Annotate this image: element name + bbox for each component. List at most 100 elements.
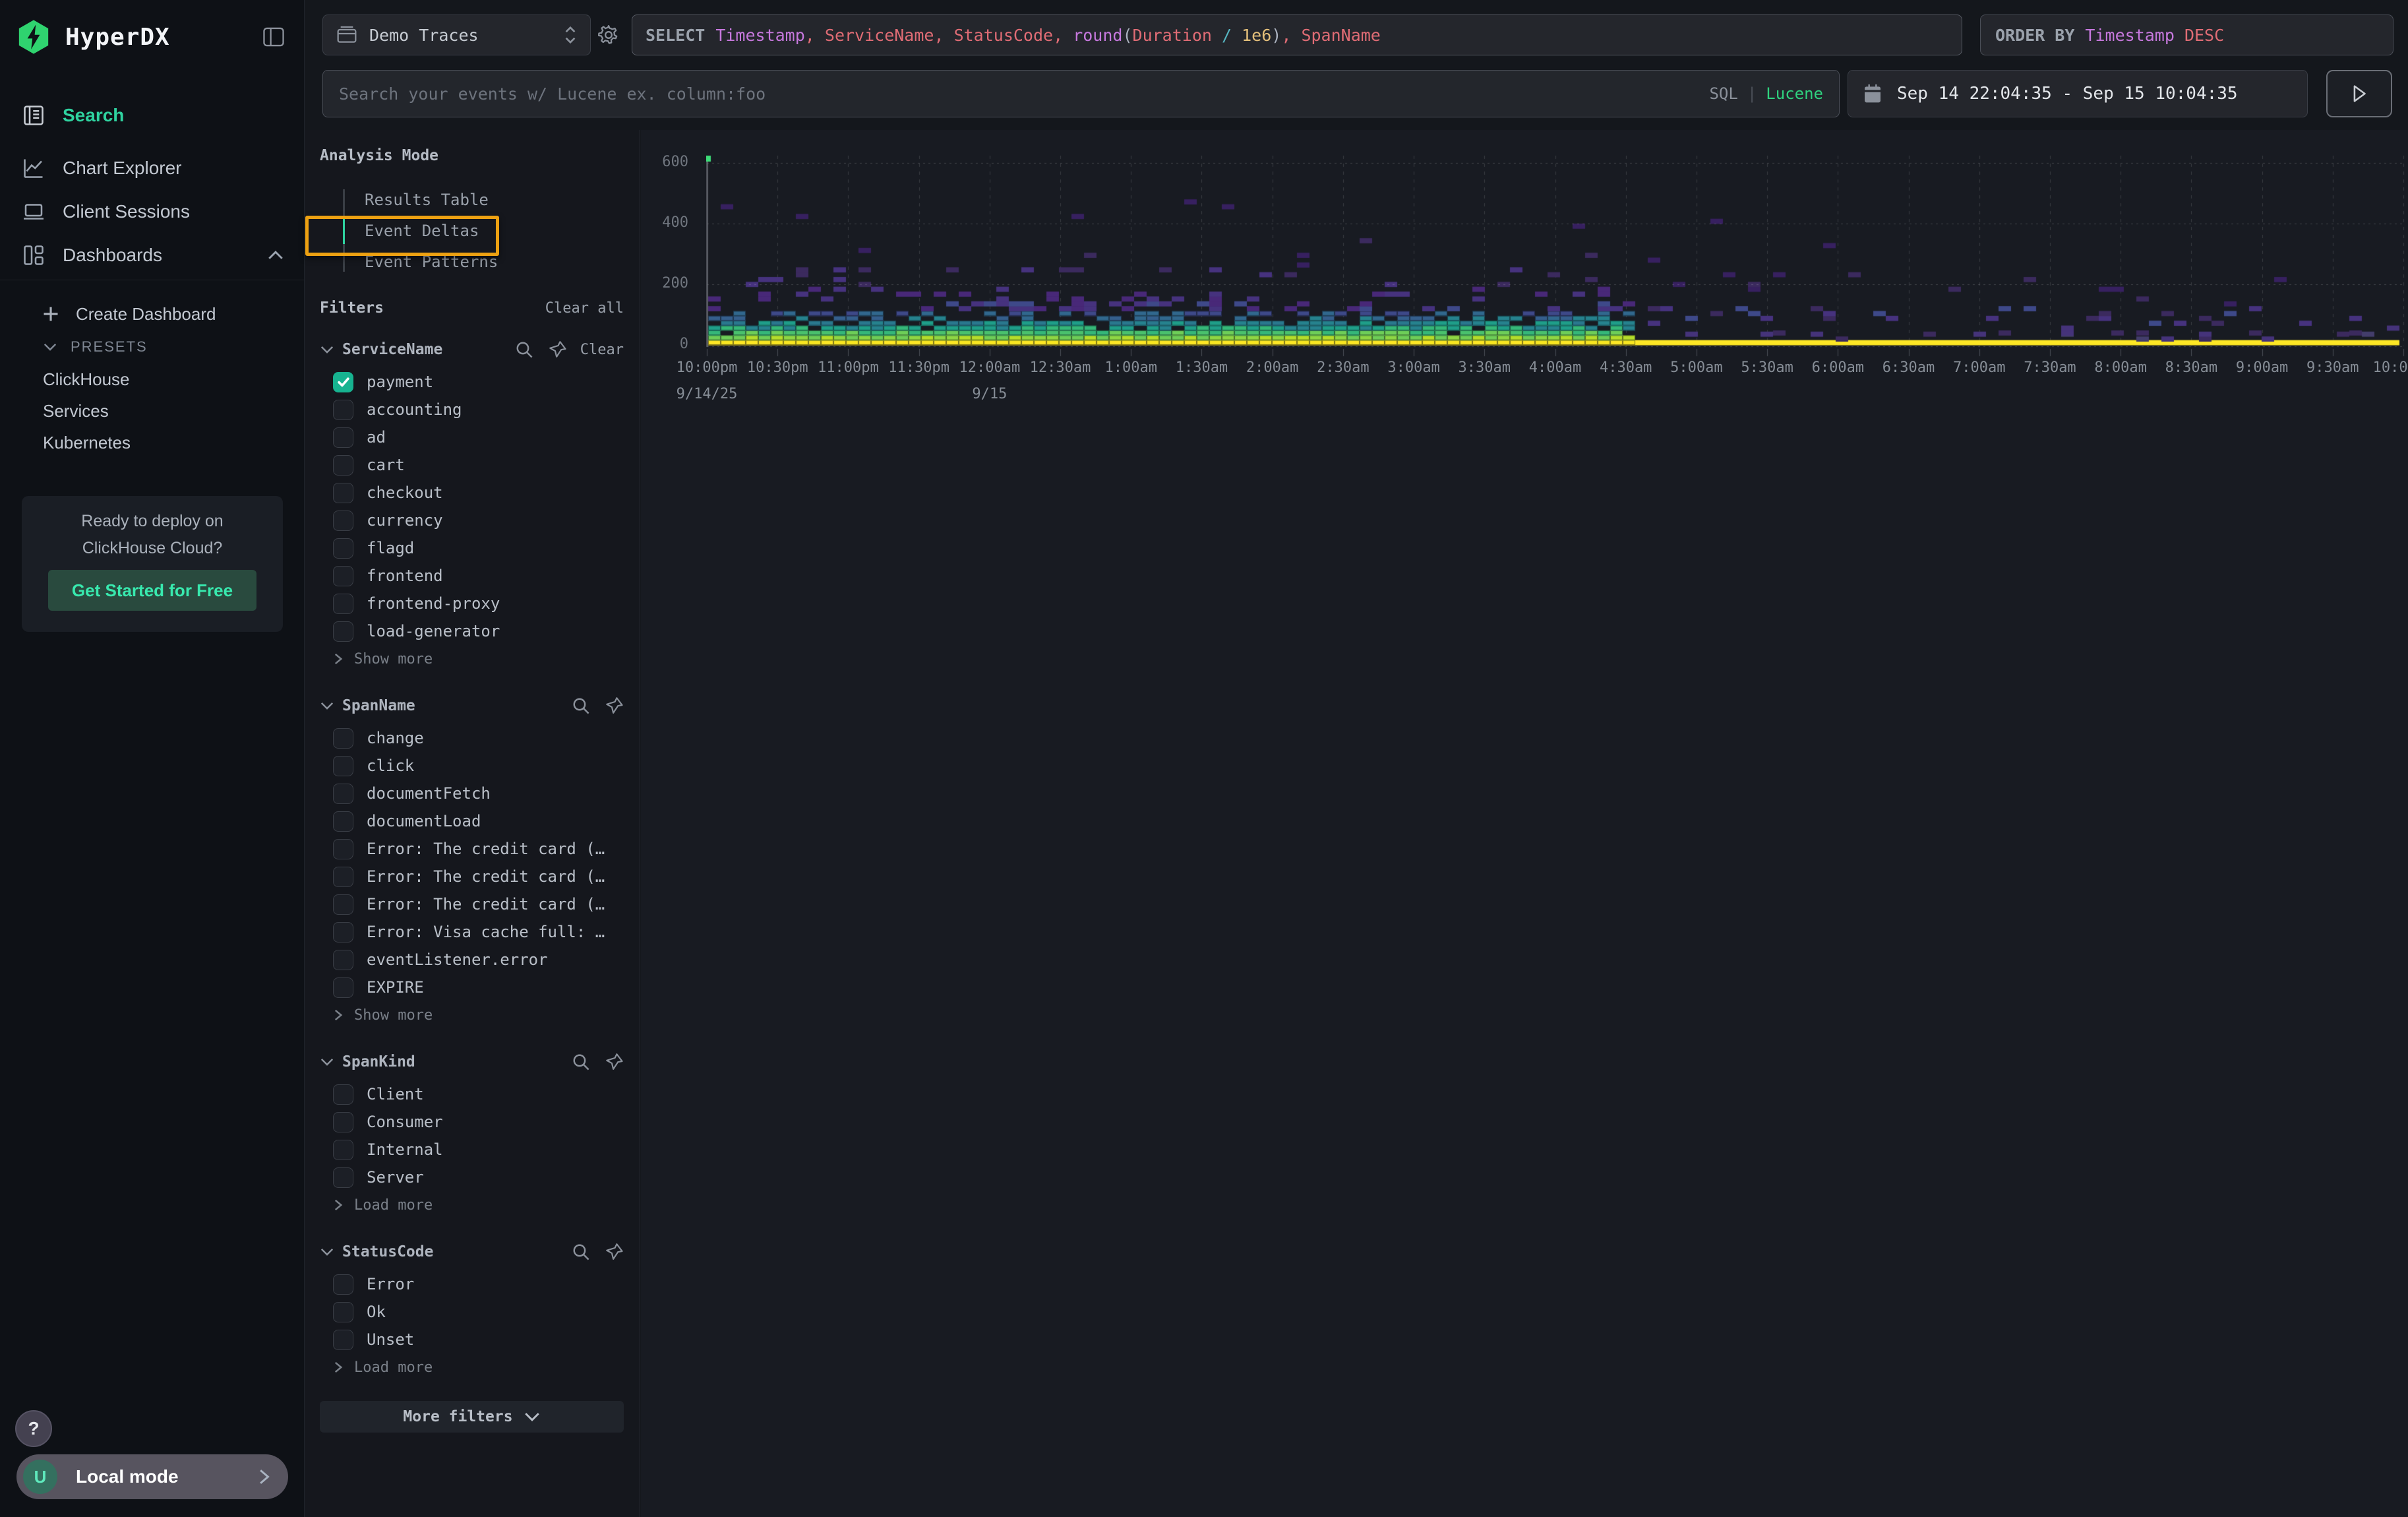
presets-section-toggle[interactable]: PRESETS (0, 330, 304, 363)
show-more-button[interactable]: Show more (320, 645, 624, 673)
pin-icon[interactable] (604, 1052, 624, 1072)
event-deltas-heatmap[interactable] (706, 153, 2405, 365)
sidebar-item-dashboards[interactable]: Dashboards (0, 233, 304, 277)
account-menu[interactable]: U Local mode (16, 1454, 288, 1499)
filter-option-flagd[interactable]: flagd (320, 534, 624, 562)
search-icon[interactable] (571, 1052, 591, 1072)
filter-option-ad[interactable]: ad (320, 423, 624, 451)
analysis-mode-results-table[interactable]: Results Table (320, 184, 624, 215)
filter-option-expire[interactable]: EXPIRE (320, 974, 624, 1001)
more-filters-button[interactable]: More filters (320, 1401, 624, 1433)
filter-option-error-the-credit-card-[interactable]: Error: The credit card (… (320, 890, 624, 918)
chevron-down-icon[interactable] (320, 700, 334, 711)
sidebar-item-search[interactable]: Search (0, 94, 304, 137)
filter-option-documentload[interactable]: documentLoad (320, 807, 624, 835)
checkbox[interactable] (333, 839, 353, 859)
pin-icon[interactable] (604, 1242, 624, 1262)
show-more-button[interactable]: Show more (320, 1001, 624, 1029)
filter-option-checkout[interactable]: checkout (320, 479, 624, 507)
preset-kubernetes[interactable]: Kubernetes (0, 427, 304, 458)
checkbox[interactable] (333, 1330, 353, 1350)
filter-group-name[interactable]: SpanName (342, 697, 415, 714)
checkbox[interactable] (333, 977, 353, 998)
filter-option-error[interactable]: Error (320, 1270, 624, 1298)
checkbox[interactable] (333, 594, 353, 614)
create-dashboard-button[interactable]: Create Dashboard (0, 297, 304, 330)
analysis-mode-event-deltas[interactable]: Event Deltas (320, 215, 624, 246)
filter-group-name[interactable]: ServiceName (342, 341, 442, 358)
get-started-button[interactable]: Get Started for Free (48, 570, 256, 611)
search-icon[interactable] (514, 340, 534, 359)
checkbox[interactable] (333, 756, 353, 776)
filter-option-payment[interactable]: payment (320, 368, 624, 396)
checkbox[interactable] (333, 427, 353, 448)
checkbox[interactable] (333, 538, 353, 559)
checkbox[interactable] (333, 1274, 353, 1295)
preset-clickhouse[interactable]: ClickHouse (0, 363, 304, 395)
filter-option-load-generator[interactable]: load-generator (320, 617, 624, 645)
filter-option-client[interactable]: Client (320, 1080, 624, 1108)
filter-option-cart[interactable]: cart (320, 451, 624, 479)
filter-group-name[interactable]: StatusCode (342, 1243, 433, 1260)
checkbox[interactable] (333, 511, 353, 531)
language-lucene-option[interactable]: Lucene (1766, 84, 1823, 103)
filter-option-server[interactable]: Server (320, 1163, 624, 1191)
sidebar-item-client-sessions[interactable]: Client Sessions (0, 190, 304, 233)
filter-option-frontend[interactable]: frontend (320, 562, 624, 590)
sql-select-input[interactable]: SELECT Timestamp, ServiceName, StatusCod… (632, 15, 1962, 55)
time-range-picker[interactable]: Sep 14 22:04:35 - Sep 15 10:04:35 (1848, 70, 2308, 117)
checkbox[interactable] (333, 1167, 353, 1188)
help-button[interactable]: ? (15, 1410, 52, 1447)
filter-option-error-visa-cache-full-[interactable]: Error: Visa cache full: … (320, 918, 624, 946)
sidebar-collapse-icon[interactable] (262, 26, 286, 47)
filter-option-error-the-credit-card-[interactable]: Error: The credit card (… (320, 835, 624, 863)
run-query-button[interactable] (2326, 70, 2392, 117)
filter-group-clear-button[interactable]: Clear (580, 342, 624, 358)
filter-option-internal[interactable]: Internal (320, 1136, 624, 1163)
search-input[interactable]: Search your events w/ Lucene ex. column:… (322, 70, 1840, 117)
checkbox[interactable] (333, 867, 353, 887)
checkbox[interactable] (333, 1302, 353, 1322)
filter-group-name[interactable]: SpanKind (342, 1053, 415, 1070)
checkbox[interactable] (333, 566, 353, 586)
checkbox[interactable] (333, 784, 353, 804)
checkbox[interactable] (333, 455, 353, 476)
checkbox[interactable] (333, 372, 353, 392)
filter-option-consumer[interactable]: Consumer (320, 1108, 624, 1136)
checkbox[interactable] (333, 1112, 353, 1132)
language-sql-option[interactable]: SQL (1709, 84, 1737, 103)
load-more-button[interactable]: Load more (320, 1353, 624, 1381)
checkbox[interactable] (333, 483, 353, 503)
filter-option-documentfetch[interactable]: documentFetch (320, 780, 624, 807)
chevron-down-icon[interactable] (320, 344, 334, 355)
sidebar-item-chart-explorer[interactable]: Chart Explorer (0, 146, 304, 190)
source-settings-gear-icon[interactable] (597, 24, 620, 46)
filter-option-eventlistener-error[interactable]: eventListener.error (320, 946, 624, 974)
checkbox[interactable] (333, 400, 353, 420)
checkbox[interactable] (333, 950, 353, 970)
clear-all-filters-button[interactable]: Clear all (545, 300, 624, 317)
preset-services[interactable]: Services (0, 395, 304, 427)
filter-option-currency[interactable]: currency (320, 507, 624, 534)
pin-icon[interactable] (604, 696, 624, 716)
checkbox[interactable] (333, 728, 353, 749)
filter-option-accounting[interactable]: accounting (320, 396, 624, 423)
filter-option-unset[interactable]: Unset (320, 1326, 624, 1353)
load-more-button[interactable]: Load more (320, 1191, 624, 1219)
checkbox[interactable] (333, 1140, 353, 1160)
checkbox[interactable] (333, 894, 353, 915)
checkbox[interactable] (333, 621, 353, 642)
filter-option-frontend-proxy[interactable]: frontend-proxy (320, 590, 624, 617)
filter-option-error-the-credit-card-[interactable]: Error: The credit card (… (320, 863, 624, 890)
checkbox[interactable] (333, 1084, 353, 1105)
checkbox[interactable] (333, 811, 353, 832)
search-icon[interactable] (571, 1242, 591, 1262)
order-by-input[interactable]: ORDER BY Timestamp DESC (1980, 15, 2393, 55)
pin-icon[interactable] (547, 340, 567, 359)
filter-option-change[interactable]: change (320, 724, 624, 752)
filter-option-click[interactable]: click (320, 752, 624, 780)
search-icon[interactable] (571, 696, 591, 716)
source-select[interactable]: Demo Traces (322, 15, 591, 55)
chevron-down-icon[interactable] (320, 1057, 334, 1067)
analysis-mode-event-patterns[interactable]: Event Patterns (320, 246, 624, 277)
